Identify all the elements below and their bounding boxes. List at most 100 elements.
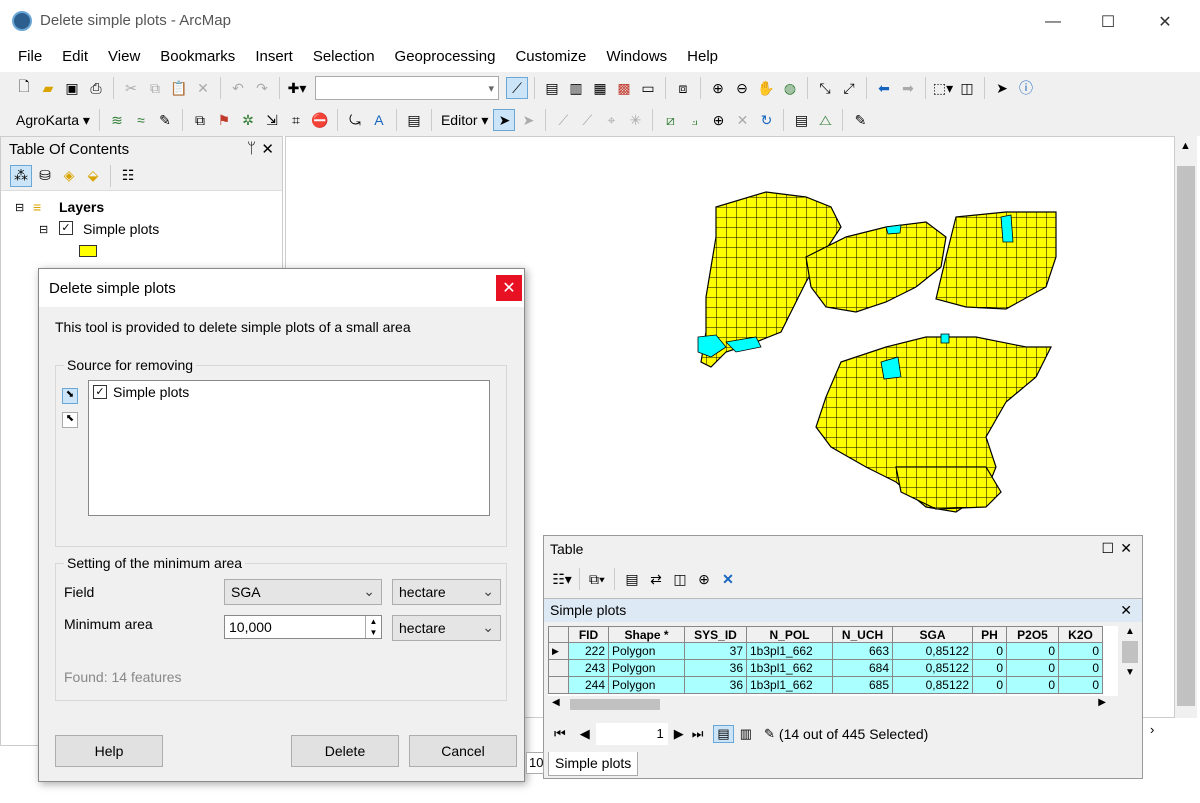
switch-selection-icon[interactable]: ⇄ xyxy=(645,568,667,590)
zoom-out-icon[interactable]: ⊖ xyxy=(731,77,753,99)
next-record-icon[interactable]: ▶ xyxy=(674,726,684,742)
minimize-button[interactable]: — xyxy=(1030,8,1076,36)
catalog-icon[interactable]: ▥ xyxy=(565,77,587,99)
clear-selection-icon[interactable]: ◫ xyxy=(669,568,691,590)
show-all-records-icon[interactable]: ▤ xyxy=(713,725,734,743)
edit-tool-icon[interactable]: ➤ xyxy=(493,109,516,131)
editor-toolbar-icon[interactable]: ⟋ xyxy=(506,77,528,99)
map-vertical-scrollbar[interactable]: ▲ xyxy=(1175,136,1197,718)
full-extent-icon[interactable]: ◍ xyxy=(779,77,801,99)
clear-selection-icon[interactable]: ◫ xyxy=(956,77,978,99)
fixed-zoom-in-icon[interactable]: ⤡ xyxy=(814,77,836,99)
tool-6-icon[interactable]: ⛔ xyxy=(309,109,331,131)
create-features-icon[interactable]: ✎ xyxy=(849,109,871,131)
layer-symbol-swatch[interactable] xyxy=(79,245,97,257)
tool-3-icon[interactable]: ✲ xyxy=(237,109,259,131)
rotate-icon[interactable]: ↻ xyxy=(755,109,777,131)
delete-button[interactable]: Delete xyxy=(291,735,399,767)
menu-edit[interactable]: Edit xyxy=(60,44,98,70)
scroll-thumb[interactable] xyxy=(1177,166,1195,706)
editor-menu[interactable]: Editor ▾ xyxy=(437,112,493,129)
select-elements-icon[interactable]: ➤ xyxy=(991,77,1013,99)
forward-extent-icon[interactable]: ➡ xyxy=(897,77,919,99)
fixed-zoom-out-icon[interactable]: ⤢ xyxy=(838,77,860,99)
menu-customize[interactable]: Customize xyxy=(513,44,596,70)
dialog-close-button[interactable]: ✕ xyxy=(496,275,522,301)
delete-selected-icon[interactable]: ✕ xyxy=(717,568,739,590)
reshape-icon[interactable]: ⟓ xyxy=(683,109,705,131)
trace-icon[interactable]: ⌖ xyxy=(600,109,622,131)
table-maximize-icon[interactable]: ☐ xyxy=(1101,540,1114,557)
python-window-icon[interactable]: ▭ xyxy=(637,77,659,99)
related-tables-icon[interactable]: ⧉▾ xyxy=(586,568,608,590)
menu-insert[interactable]: Insert xyxy=(253,44,303,70)
table-tab-close-icon[interactable]: ✕ xyxy=(1120,602,1132,619)
grid-horizontal-scrollbar[interactable]: ◀ ▶ xyxy=(548,696,1120,712)
column-header[interactable]: N_POL xyxy=(746,626,833,643)
scroll-thumb[interactable] xyxy=(570,699,660,710)
undo-icon[interactable]: ↶ xyxy=(227,77,249,99)
previous-record-icon[interactable]: ◀ xyxy=(580,726,590,742)
scroll-thumb[interactable] xyxy=(1122,641,1138,663)
paste-icon[interactable]: 📋 xyxy=(168,77,190,99)
redo-icon[interactable]: ↷ xyxy=(251,77,273,99)
cancel-button[interactable]: Cancel xyxy=(409,735,517,767)
field-select[interactable]: SGA ⌄ xyxy=(224,579,382,605)
spinner-icon[interactable]: ▲ ▼ xyxy=(365,616,381,638)
menu-bookmarks[interactable]: Bookmarks xyxy=(158,44,245,70)
zoom-in-icon[interactable]: ⊕ xyxy=(707,77,729,99)
edit-annotation-icon[interactable]: ➤ xyxy=(517,109,539,131)
menu-view[interactable]: View xyxy=(106,44,150,70)
source-list[interactable]: ✓ Simple plots xyxy=(88,380,490,516)
min-area-input[interactable]: 10,000 ▲ ▼ xyxy=(224,615,382,639)
sketch-properties-icon[interactable]: ⧍ xyxy=(814,109,836,131)
end-point-arc-icon[interactable]: ⟋ xyxy=(576,109,598,131)
tool-2-icon[interactable]: ⚑ xyxy=(213,109,235,131)
open-folder-icon[interactable]: ▰ xyxy=(37,77,59,99)
map-scroll-right-icon[interactable]: › xyxy=(1150,722,1154,737)
close-window-button[interactable]: ✕ xyxy=(1142,8,1188,36)
column-header[interactable]: SGA xyxy=(892,626,973,643)
table-options-icon[interactable]: ☷▾ xyxy=(551,568,573,590)
tool-1-icon[interactable]: ⧉ xyxy=(189,109,211,131)
table-row[interactable]: 243 Polygon 36 1b3pl1_662 684 0,85122 0 … xyxy=(548,659,1103,677)
column-header[interactable]: N_UCH xyxy=(832,626,893,643)
menu-windows[interactable]: Windows xyxy=(604,44,677,70)
search-window-icon[interactable]: ▦ xyxy=(589,77,611,99)
edit-pencil-icon[interactable]: ✎ xyxy=(154,109,176,131)
current-row-indicator-icon[interactable]: ▶ xyxy=(548,642,569,660)
table-row[interactable]: 244 Polygon 36 1b3pl1_662 685 0,85122 0 … xyxy=(548,676,1103,694)
agrokarta-menu[interactable]: AgroKarta ▾ xyxy=(12,112,94,129)
table-bottom-tab[interactable]: Simple plots xyxy=(548,752,639,776)
tool-8-icon[interactable]: ▤ xyxy=(403,109,425,131)
edit-vertices-icon[interactable]: ⧄ xyxy=(659,109,681,131)
layer-name[interactable]: Simple plots xyxy=(83,221,159,237)
arctoolbox-icon[interactable]: ▩ xyxy=(613,77,635,99)
list-by-drawing-order-icon[interactable]: ⁂ xyxy=(10,164,32,187)
print-icon[interactable]: ⎙ xyxy=(85,77,107,99)
tool-5-icon[interactable]: ⌗ xyxy=(285,109,307,131)
collapse-layers-icon[interactable]: ⊟ xyxy=(15,201,24,214)
row-selector[interactable] xyxy=(548,676,569,694)
new-document-icon[interactable]: 🗋 xyxy=(13,77,35,99)
zoom-to-selected-icon[interactable]: ⊕ xyxy=(693,568,715,590)
select-all-icon[interactable]: ⬊ xyxy=(62,388,78,404)
tool-4-icon[interactable]: ⇲ xyxy=(261,109,283,131)
menu-geoprocessing[interactable]: Geoprocessing xyxy=(393,44,506,70)
attribute-grid[interactable]: FID Shape * SYS_ID N_POL N_UCH SGA PH P2… xyxy=(548,626,1118,696)
text-tool-icon[interactable]: A xyxy=(368,109,390,131)
table-icon[interactable]: ▤ xyxy=(541,77,563,99)
min-area-unit-select[interactable]: hectare ⌄ xyxy=(392,615,501,641)
clear-all-icon[interactable]: ⬉ xyxy=(62,412,78,428)
column-header[interactable]: K2O xyxy=(1058,626,1103,643)
list-by-visibility-icon[interactable]: ◈ xyxy=(58,165,80,187)
record-number-input[interactable]: 1 xyxy=(595,723,668,745)
column-header[interactable]: PH xyxy=(972,626,1007,643)
cut-icon[interactable]: ✂ xyxy=(120,77,142,99)
scroll-left-icon[interactable]: ◀ xyxy=(552,697,560,708)
list-by-selection-icon[interactable]: ⬙ xyxy=(82,165,104,187)
column-header[interactable]: FID xyxy=(568,626,609,643)
model-builder-icon[interactable]: ⧈ xyxy=(672,77,694,99)
menu-file[interactable]: File xyxy=(16,44,52,70)
help-button[interactable]: Help xyxy=(55,735,163,767)
